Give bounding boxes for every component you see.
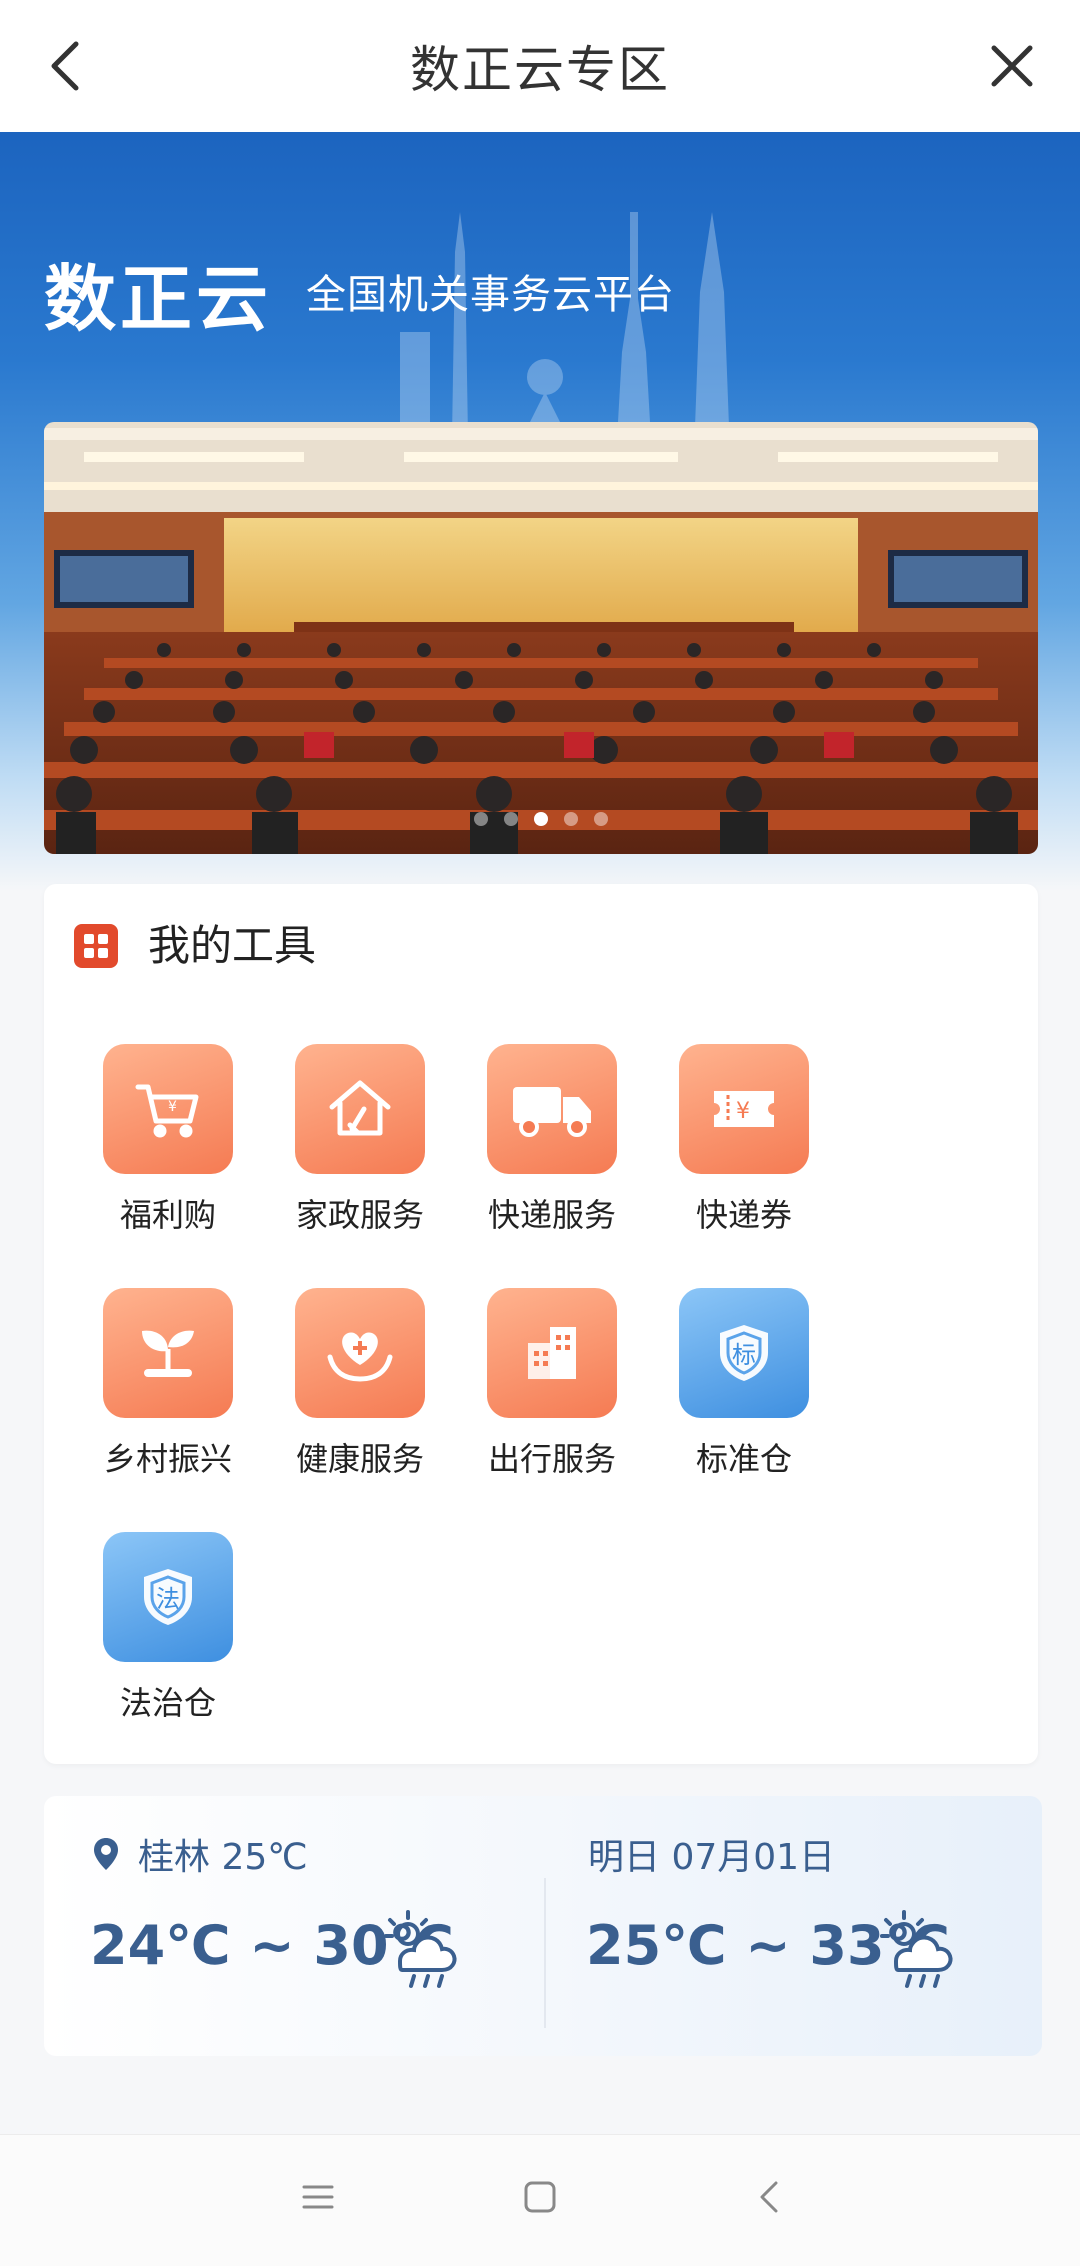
tool-legal-warehouse[interactable]: 法 法治仓 (62, 1532, 262, 1732)
tool-express-coupon[interactable]: ¥ 快递券 (638, 1044, 838, 1244)
brand-title: 数正云 (44, 257, 273, 341)
carousel-indicators (44, 812, 1038, 826)
carousel-dot-active[interactable] (534, 812, 548, 826)
svg-text:¥: ¥ (168, 1099, 177, 1115)
tool-label: 健康服务 (295, 1440, 424, 1478)
svg-text:¥: ¥ (736, 1099, 750, 1124)
weather-card[interactable]: 桂林 25℃ 24℃ ~ 30℃ 明日 07月01日 25℃ ~ 33℃ (44, 1796, 1042, 2056)
menu-icon[interactable] (300, 2179, 336, 2215)
tool-label: 法治仓 (119, 1684, 216, 1722)
tool-label: 出行服务 (487, 1440, 616, 1478)
carousel-dot[interactable] (594, 812, 608, 826)
carousel-dot[interactable] (564, 812, 578, 826)
home-square-icon[interactable] (522, 2179, 558, 2215)
page-title: 数正云专区 (410, 41, 670, 99)
close-button[interactable] (982, 36, 1042, 96)
tool-housekeeping[interactable]: 家政服务 (254, 1044, 454, 1244)
home-cleaning-icon (295, 1044, 425, 1174)
coupon-icon: ¥ (679, 1044, 809, 1174)
svg-text:法: 法 (156, 1585, 180, 1613)
back-chevron-icon[interactable] (752, 2179, 788, 2215)
tool-label: 家政服务 (295, 1196, 424, 1234)
tool-label: 快递服务 (487, 1196, 616, 1234)
tool-health-service[interactable]: 健康服务 (254, 1288, 454, 1488)
tool-travel-service[interactable]: 出行服务 (446, 1288, 646, 1488)
tool-label: 乡村振兴 (103, 1440, 232, 1478)
close-icon (991, 45, 1033, 87)
top-navigation-bar: 数正云专区 (0, 0, 1080, 132)
tool-standard-warehouse[interactable]: 标 标准仓 (638, 1288, 838, 1488)
delivery-truck-icon (487, 1044, 617, 1174)
shopping-cart-icon: ¥ (103, 1044, 233, 1174)
tool-rural-revitalization[interactable]: 乡村振兴 (62, 1288, 262, 1488)
heart-hands-icon (295, 1288, 425, 1418)
conference-hall-photo (44, 422, 1038, 854)
shield-fa-icon: 法 (103, 1532, 233, 1662)
tools-grid-icon (74, 924, 118, 968)
tool-label: 福利购 (119, 1196, 216, 1234)
system-navigation-bar (0, 2134, 1080, 2266)
tool-label: 标准仓 (695, 1440, 792, 1478)
location-pin-icon (94, 1838, 118, 1870)
cloud-sun-rain-icon (384, 1910, 457, 1988)
banner-carousel[interactable] (44, 422, 1038, 854)
tool-welfare-shop[interactable]: ¥ 福利购 (62, 1044, 262, 1244)
my-tools-card: 我的工具 ¥ 福利购 家政服务 快递服务 ¥ 快递券 乡村振兴 健康服务 出行服… (44, 884, 1038, 1764)
svg-text:标: 标 (732, 1341, 756, 1369)
brand-slogan: 全国机关事务云平台 (306, 272, 675, 318)
carousel-dot[interactable] (504, 812, 518, 826)
shield-biao-icon: 标 (679, 1288, 809, 1418)
cloud-sun-rain-icon (880, 1910, 953, 1988)
weather-city: 桂林 25℃ (138, 1837, 308, 1878)
seedling-icon (103, 1288, 233, 1418)
weather-divider (544, 1878, 546, 2028)
tool-express-service[interactable]: 快递服务 (446, 1044, 646, 1244)
hero-section: 数正云 全国机关事务云平台 (0, 132, 1080, 892)
weather-tomorrow-date: 明日 07月01日 (588, 1837, 836, 1878)
tool-label: 快递券 (695, 1196, 792, 1234)
building-icon (487, 1288, 617, 1418)
my-tools-title: 我的工具 (148, 921, 317, 970)
carousel-dot[interactable] (474, 812, 488, 826)
